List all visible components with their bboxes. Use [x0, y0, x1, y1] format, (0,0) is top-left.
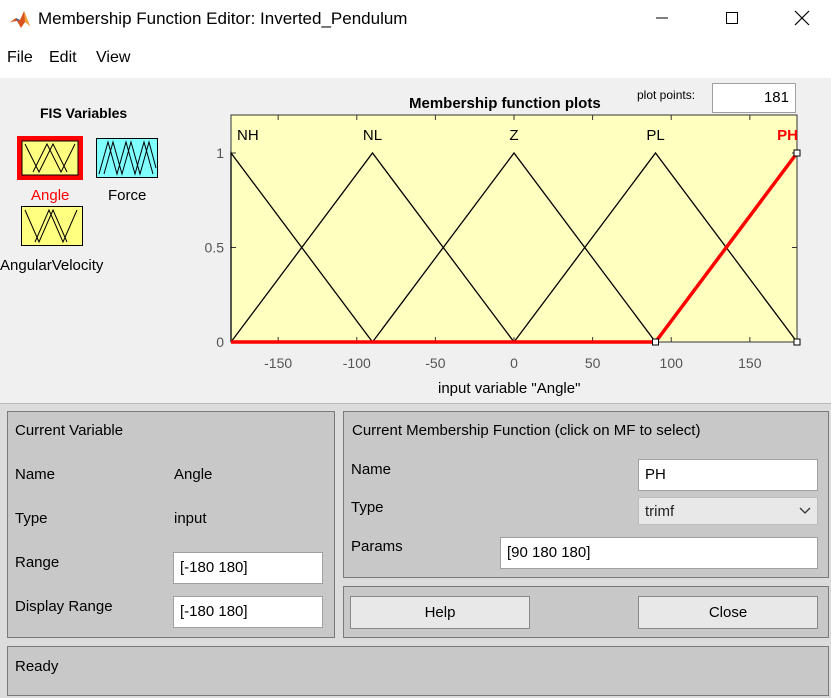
x-tick-label: -100	[343, 355, 371, 371]
mf-name-input[interactable]: PH	[638, 459, 818, 491]
mf-handle[interactable]	[652, 338, 659, 346]
mf-params-input[interactable]: [90 180 180]	[500, 537, 818, 569]
variable-force-button[interactable]	[96, 138, 158, 178]
menu-edit[interactable]: Edit	[49, 48, 77, 68]
variable-angle-button[interactable]	[17, 136, 83, 180]
mf-nl-label[interactable]: NL	[363, 127, 382, 144]
minimize-icon	[656, 17, 668, 19]
window-title: Membership Function Editor: Inverted_Pen…	[38, 9, 408, 28]
membership-function-plot[interactable]: 0 0.5 1 -150 -100 -50 0 50 100 150 NH NL Z PL PH	[200, 114, 820, 380]
menu-file[interactable]: File	[7, 48, 33, 68]
plot-points-label: plot points:	[637, 88, 696, 102]
mf-name-label: Name	[351, 461, 392, 478]
output-variable-icon	[96, 138, 158, 178]
close-button[interactable]: Close	[638, 596, 818, 629]
mf-params-label: Params	[351, 538, 403, 555]
x-axis-title: input variable "Angle"	[438, 380, 581, 397]
status-text: Ready	[15, 658, 59, 675]
mf-type-value: trimf	[645, 503, 675, 520]
y-tick-label: 1	[216, 145, 224, 161]
x-tick-label: -150	[264, 355, 292, 371]
input-variable-icon	[17, 136, 83, 180]
plot-points-input[interactable]: 181	[712, 83, 796, 113]
mf-handle[interactable]	[793, 149, 801, 157]
variable-name-value: Angle	[174, 466, 213, 483]
close-icon	[794, 10, 810, 26]
current-variable-title: Current Variable	[15, 422, 124, 439]
title-bar: Membership Function Editor: Inverted_Pen…	[0, 0, 831, 38]
mf-handle[interactable]	[793, 338, 801, 346]
maximize-button[interactable]	[697, 0, 767, 36]
current-mf-title: Current Membership Function (click on MF…	[352, 422, 701, 439]
x-tick-label: 150	[738, 355, 762, 371]
menu-view[interactable]: View	[96, 48, 130, 68]
mf-type-label: Type	[351, 499, 384, 516]
range-label: Range	[15, 554, 60, 571]
variable-type-label: Type	[15, 510, 48, 527]
variable-name-label: Name	[15, 466, 56, 483]
variable-type-value: input	[174, 510, 207, 527]
mf-z-label[interactable]: Z	[509, 127, 518, 144]
menu-bar: File Edit View	[0, 38, 831, 78]
plot-title: Membership function plots	[409, 95, 601, 112]
variable-angularvelocity-label[interactable]: AngularVelocity	[0, 257, 103, 275]
mf-pl-label[interactable]: PL	[646, 127, 664, 144]
x-tick-label: 0	[510, 355, 518, 371]
x-tick-label: -50	[425, 355, 445, 371]
maximize-icon	[726, 12, 738, 24]
display-range-input[interactable]: [-180 180]	[173, 596, 323, 628]
variable-force-label[interactable]: Force	[108, 187, 146, 205]
variable-angularvelocity-button[interactable]	[21, 206, 83, 246]
display-range-label: Display Range	[15, 598, 113, 615]
input-variable-icon	[21, 206, 83, 246]
close-window-button[interactable]	[767, 0, 831, 36]
variable-angle-label[interactable]: Angle	[31, 187, 69, 205]
y-tick-label: 0.5	[205, 240, 225, 256]
chevron-down-icon	[793, 498, 817, 524]
fis-variables-title: FIS Variables	[40, 105, 128, 121]
y-tick-label: 0	[216, 334, 224, 350]
x-tick-label: 50	[585, 355, 601, 371]
status-panel	[7, 646, 829, 696]
mf-type-select[interactable]: trimf	[638, 497, 818, 525]
minimize-button[interactable]	[627, 0, 697, 36]
help-button[interactable]: Help	[350, 596, 530, 629]
mf-ph-label[interactable]: PH	[777, 127, 798, 144]
mf-nh-label[interactable]: NH	[237, 127, 259, 144]
x-tick-label: 100	[660, 355, 684, 371]
matlab-icon	[9, 8, 31, 30]
range-input[interactable]: [-180 180]	[173, 552, 323, 584]
